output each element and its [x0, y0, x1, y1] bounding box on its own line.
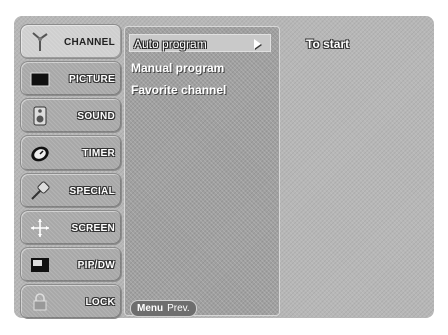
- move-icon: [29, 217, 51, 239]
- clock-icon: [29, 142, 51, 164]
- to-start-option[interactable]: To start: [306, 37, 349, 51]
- lock-icon: [29, 291, 51, 313]
- sidebar-item-label: SPECIAL: [69, 185, 115, 197]
- speaker-icon: [29, 105, 51, 127]
- pip-icon: [29, 254, 51, 276]
- sidebar-item-lock[interactable]: LOCK: [20, 283, 122, 319]
- menu-prev-button[interactable]: Menu Prev.: [130, 300, 197, 317]
- sidebar-item-timer[interactable]: TIMER: [20, 135, 122, 171]
- sidebar-item-channel[interactable]: CHANNEL: [20, 24, 122, 60]
- arrow-right-icon: [254, 39, 261, 49]
- sidebar: CHANNEL PICTURE SOUND TIMER SPECIAL SCRE…: [20, 24, 122, 319]
- menu-label: Menu: [137, 303, 164, 314]
- sidebar-item-label: SCREEN: [71, 222, 115, 234]
- sidebar-item-special[interactable]: SPECIAL: [20, 172, 122, 208]
- sidebar-item-label: PICTURE: [69, 74, 115, 86]
- channel-submenu: Auto program Manual program Favorite cha…: [124, 26, 280, 316]
- antenna-icon: [29, 31, 51, 53]
- prev-label: Prev.: [167, 303, 190, 314]
- submenu-item-auto-program[interactable]: Auto program: [129, 34, 271, 52]
- sidebar-item-sound[interactable]: SOUND: [20, 98, 122, 134]
- sidebar-item-label: PIP/DW: [77, 259, 115, 271]
- detail-panel: [280, 26, 430, 314]
- footer-bar: Menu Prev.: [126, 298, 276, 317]
- submenu-item-manual-program[interactable]: Manual program: [131, 59, 224, 77]
- sidebar-item-pip[interactable]: PIP/DW: [20, 246, 122, 282]
- sidebar-item-screen[interactable]: SCREEN: [20, 209, 122, 245]
- sidebar-item-label: LOCK: [85, 296, 115, 308]
- sidebar-item-picture[interactable]: PICTURE: [20, 61, 122, 97]
- sidebar-item-label: SOUND: [77, 111, 115, 123]
- sidebar-item-label: TIMER: [82, 148, 115, 160]
- submenu-item-favorite-channel[interactable]: Favorite channel: [131, 81, 226, 99]
- satellite-icon: [29, 180, 51, 202]
- sidebar-item-label: CHANNEL: [64, 37, 115, 48]
- picture-icon: [29, 68, 51, 90]
